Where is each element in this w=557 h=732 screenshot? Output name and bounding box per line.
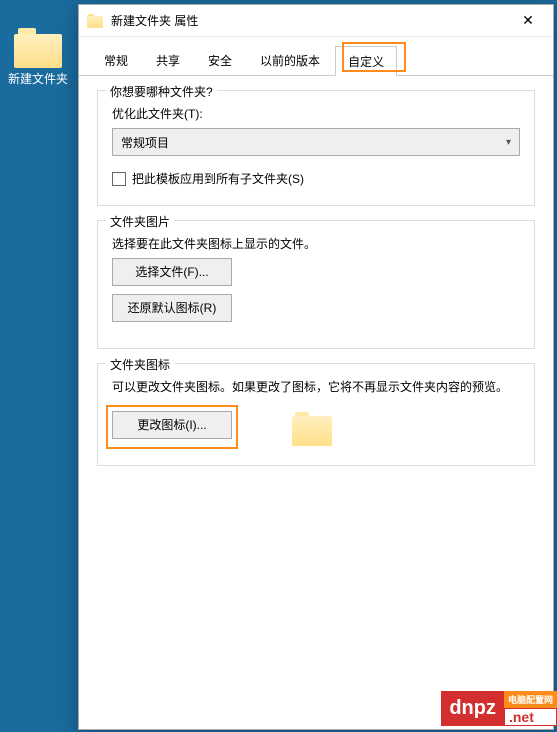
close-button[interactable]: ✕ — [507, 6, 549, 36]
annotation-highlight: 更改图标(I)... — [112, 411, 232, 447]
group-title: 文件夹图标 — [106, 356, 174, 373]
group-folder-type: 你想要哪种文件夹? 优化此文件夹(T): 常规项目 ▾ 把此模板应用到所有子文件… — [97, 90, 535, 206]
dialog-title: 新建文件夹 属性 — [111, 12, 507, 29]
choose-file-button[interactable]: 选择文件(F)... — [112, 258, 232, 286]
watermark-sub: 电脑配置网 — [504, 691, 557, 708]
group-folder-picture: 文件夹图片 选择要在此文件夹图标上显示的文件。 选择文件(F)... 还原默认图… — [97, 220, 535, 349]
tab-sharing[interactable]: 共享 — [143, 45, 193, 75]
apply-subfolders-checkbox[interactable]: 把此模板应用到所有子文件夹(S) — [112, 170, 520, 187]
tab-security[interactable]: 安全 — [195, 45, 245, 75]
tab-general[interactable]: 常规 — [91, 45, 141, 75]
watermark-logo: dnpz 电脑配置网 .net — [441, 691, 557, 726]
desktop-folder-icon[interactable]: 新建文件夹 — [8, 28, 68, 86]
tab-customize[interactable]: 自定义 — [335, 46, 397, 76]
group-folder-icon: 文件夹图标 可以更改文件夹图标。如果更改了图标，它将不再显示文件夹内容的预览。 … — [97, 363, 535, 466]
titlebar: 新建文件夹 属性 ✕ — [79, 5, 553, 37]
picture-desc: 选择要在此文件夹图标上显示的文件。 — [112, 235, 520, 252]
watermark-brand: dnpz — [441, 691, 504, 726]
checkbox-icon — [112, 172, 126, 186]
tab-bar: 常规 共享 安全 以前的版本 自定义 — [79, 37, 553, 76]
icon-desc: 可以更改文件夹图标。如果更改了图标，它将不再显示文件夹内容的预览。 — [112, 378, 520, 397]
properties-dialog: 新建文件夹 属性 ✕ 常规 共享 安全 以前的版本 自定义 你想要哪种文件夹? … — [78, 4, 554, 730]
restore-default-button[interactable]: 还原默认图标(R) — [112, 294, 232, 322]
optimize-dropdown[interactable]: 常规项目 ▾ — [112, 128, 520, 156]
dropdown-value: 常规项目 — [121, 134, 169, 151]
folder-icon — [87, 14, 103, 28]
change-icon-button[interactable]: 更改图标(I)... — [112, 411, 232, 439]
optimize-label: 优化此文件夹(T): — [112, 105, 520, 122]
chevron-down-icon: ▾ — [506, 137, 511, 148]
folder-icon — [14, 28, 62, 68]
folder-preview-icon — [292, 412, 332, 446]
group-title: 你想要哪种文件夹? — [106, 83, 217, 100]
tab-previous-versions[interactable]: 以前的版本 — [247, 45, 333, 75]
dialog-content: 你想要哪种文件夹? 优化此文件夹(T): 常规项目 ▾ 把此模板应用到所有子文件… — [79, 76, 553, 681]
desktop-folder-label: 新建文件夹 — [8, 72, 68, 86]
close-icon: ✕ — [522, 12, 534, 29]
checkbox-label: 把此模板应用到所有子文件夹(S) — [132, 170, 304, 187]
watermark-net: .net — [504, 708, 557, 726]
group-title: 文件夹图片 — [106, 213, 174, 230]
